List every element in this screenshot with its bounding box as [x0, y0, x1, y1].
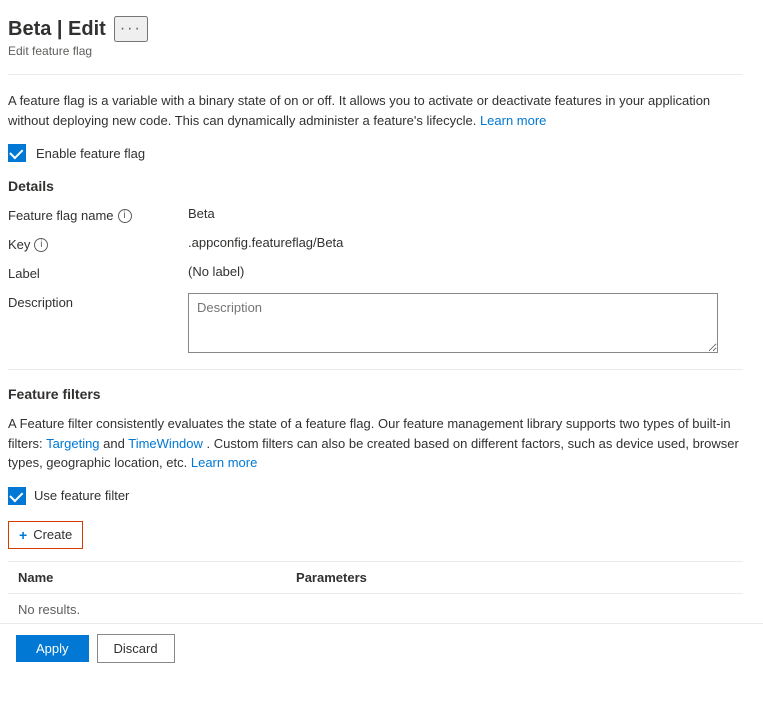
ellipsis-menu-button[interactable]: ··· — [114, 16, 148, 42]
timewindow-highlight: TimeWindow — [128, 436, 203, 451]
feature-filters-title: Feature filters — [8, 386, 743, 402]
create-button-label: Create — [33, 527, 72, 542]
label-field-label: Label — [8, 264, 188, 281]
key-info-icon[interactable]: i — [34, 238, 48, 252]
learn-more-link-1[interactable]: Learn more — [480, 113, 546, 128]
enable-feature-flag-label: Enable feature flag — [36, 146, 145, 161]
table-header-parameters: Parameters — [286, 561, 663, 593]
table-row-no-results: No results. — [8, 593, 743, 625]
feature-flag-name-value: Beta — [188, 206, 743, 221]
table-header-name: Name — [8, 561, 286, 593]
discard-button[interactable]: Discard — [97, 634, 175, 663]
key-value: .appconfig.featureflag/Beta — [188, 235, 743, 250]
feature-filters-table: Name Parameters No results. — [8, 561, 743, 626]
key-label: Key i — [8, 235, 188, 252]
description-label: Description — [8, 293, 188, 310]
learn-more-link-2[interactable]: Learn more — [191, 455, 257, 470]
footer: Apply Discard — [0, 623, 763, 673]
no-results-text: No results. — [8, 593, 743, 625]
create-button[interactable]: + Create — [8, 521, 83, 549]
details-section-title: Details — [8, 178, 743, 194]
use-feature-filter-checkbox[interactable] — [8, 487, 26, 505]
page-subtitle: Edit feature flag — [8, 44, 743, 58]
description-input[interactable] — [188, 293, 718, 353]
feature-flag-name-info-icon[interactable]: i — [118, 209, 132, 223]
feature-flag-name-label: Feature flag name i — [8, 206, 188, 223]
divider-1 — [8, 74, 743, 75]
enable-feature-flag-checkbox[interactable] — [8, 144, 26, 162]
page-title: Beta | Edit — [8, 18, 106, 41]
table-header-actions — [664, 561, 744, 593]
plus-icon: + — [19, 527, 27, 543]
use-feature-filter-label: Use feature filter — [34, 488, 129, 503]
divider-2 — [8, 369, 743, 370]
apply-button[interactable]: Apply — [16, 635, 89, 662]
feature-filters-description: A Feature filter consistently evaluates … — [8, 414, 743, 473]
feature-flag-info: A feature flag is a variable with a bina… — [8, 91, 743, 130]
label-field-value: (No label) — [188, 264, 743, 279]
targeting-highlight: Targeting — [46, 436, 99, 451]
